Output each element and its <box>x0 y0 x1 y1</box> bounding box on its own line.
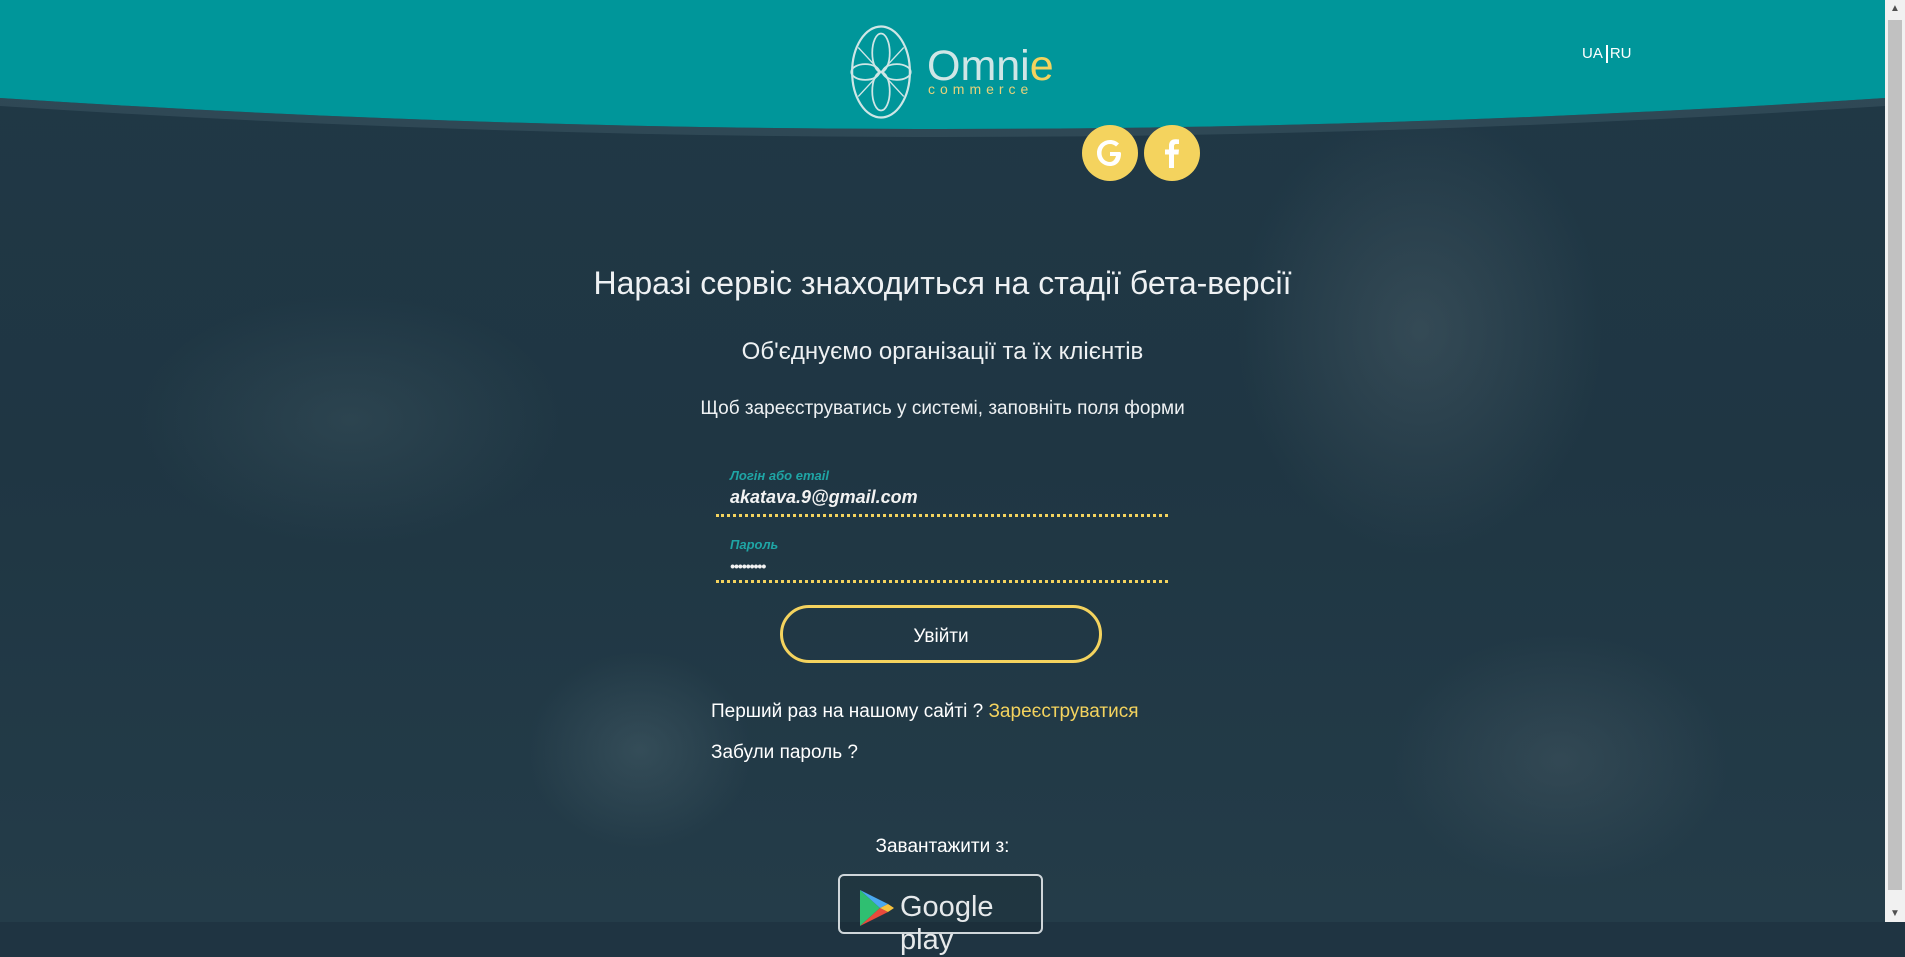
lang-ua-link[interactable]: UA <box>1582 45 1603 62</box>
password-underline <box>716 580 1168 583</box>
form-instruction: Щоб зареєструватись у системі, заповніть… <box>700 398 1185 419</box>
google-play-badge[interactable]: Google play <box>838 874 1043 956</box>
download-label: Завантажити з: <box>875 836 1010 857</box>
lang-ru-link[interactable]: RU <box>1610 45 1632 62</box>
logo-subtitle: commerce <box>928 81 1034 97</box>
login-button[interactable]: Увійти <box>780 605 1102 663</box>
logo-flower-icon <box>850 25 912 119</box>
google-icon <box>1097 140 1121 166</box>
register-prompt-text: Перший раз на нашому сайті ? <box>711 701 989 722</box>
password-input[interactable] <box>716 552 1168 580</box>
lang-divider <box>1605 45 1608 64</box>
page-title: Наразі сервіс знаходиться на стадії бета… <box>593 265 1292 301</box>
login-field: Логін або email <box>716 468 1168 517</box>
google-play-text: Google play <box>900 891 994 956</box>
scroll-down-arrow-icon[interactable]: ▼ <box>1885 905 1905 922</box>
password-field: Пароль <box>716 537 1168 583</box>
scroll-up-arrow-icon[interactable]: ▲ <box>1885 0 1905 17</box>
register-prompt: Перший раз на нашому сайті ? Зареєструва… <box>711 701 1139 723</box>
scrollbar-thumb[interactable] <box>1888 20 1902 890</box>
login-underline <box>716 514 1168 517</box>
login-input[interactable] <box>716 483 1168 514</box>
page-scrollbar[interactable]: ▲ ▼ <box>1885 0 1905 922</box>
facebook-login-button[interactable] <box>1144 125 1200 181</box>
register-link[interactable]: Зареєструватися <box>988 701 1138 722</box>
forgot-password-link[interactable]: Забули пароль ? <box>711 742 858 764</box>
google-login-button[interactable] <box>1082 125 1138 181</box>
login-label: Логін або email <box>730 468 829 483</box>
page-subtitle: Об'єднуємо організації та їх клієнтів <box>741 338 1144 365</box>
language-switcher: UA RU <box>1582 45 1632 64</box>
password-label: Пароль <box>730 537 779 552</box>
google-play-icon <box>860 890 894 926</box>
facebook-icon <box>1165 139 1179 168</box>
